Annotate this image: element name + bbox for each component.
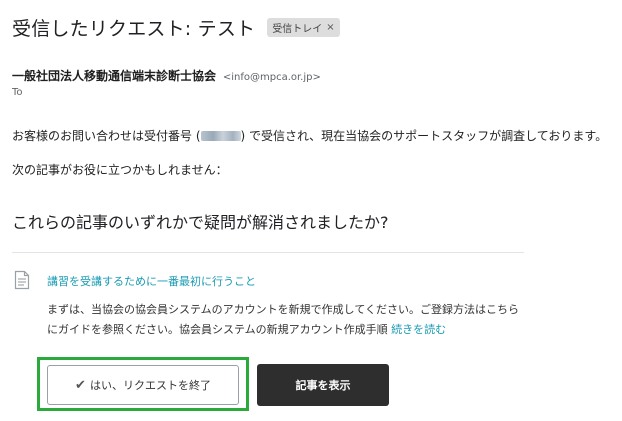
remove-label-icon[interactable]: × — [326, 22, 334, 33]
checkmark-icon: ✔ — [75, 377, 86, 393]
sender-email: <info@mpca.or.jp> — [222, 72, 321, 83]
recipient-to: To — [12, 87, 23, 98]
read-more-link[interactable]: 続きを読む — [391, 323, 446, 336]
suggestion-text: 次の記事がお役に立つかもしれません： — [12, 163, 228, 177]
intro-paragraph: お客様のお問い合わせは受付番号 ( ) で受信され、現在当協会のサポートスタッフが… — [12, 127, 607, 144]
divider — [12, 252, 524, 253]
redacted-request-number — [200, 131, 241, 141]
email-header: 受信したリクエスト: テスト 受信トレイ × — [12, 14, 340, 41]
article-excerpt: まずは、当協会の協会員システムのアカウントを新規で作成してください。ご登録方法は… — [47, 300, 527, 340]
sender-name: 一般社団法人移動通信端末診断士協会 — [12, 69, 217, 83]
email-subject: 受信したリクエスト: テスト — [12, 18, 256, 40]
inbox-label-chip[interactable]: 受信トレイ × — [267, 18, 340, 37]
question-heading: これらの記事のいずれかで疑問が解消されましたか? — [12, 213, 389, 232]
intro-text-before: お客様のお問い合わせは受付番号 ( — [12, 129, 201, 143]
document-icon — [14, 270, 30, 290]
label-text: 受信トレイ — [272, 24, 323, 35]
intro-text-after: ) で受信され、現在当協会のサポートスタッフが調査しております。 — [240, 129, 608, 143]
yes-close-request-button[interactable]: ✔ はい、リクエストを終了 — [47, 365, 239, 405]
excerpt-text: まずは、当協会の協会員システムのアカウントを新規で作成してください。ご登録方法は… — [47, 303, 520, 336]
view-article-button[interactable]: 記事を表示 — [257, 364, 389, 406]
article-title-link[interactable]: 講習を受講するために一番最初に行うこと — [47, 273, 256, 289]
yes-close-label: はい、リクエストを終了 — [89, 379, 211, 392]
sender-line: 一般社団法人移動通信端末診断士協会 <info@mpca.or.jp> — [12, 67, 321, 84]
